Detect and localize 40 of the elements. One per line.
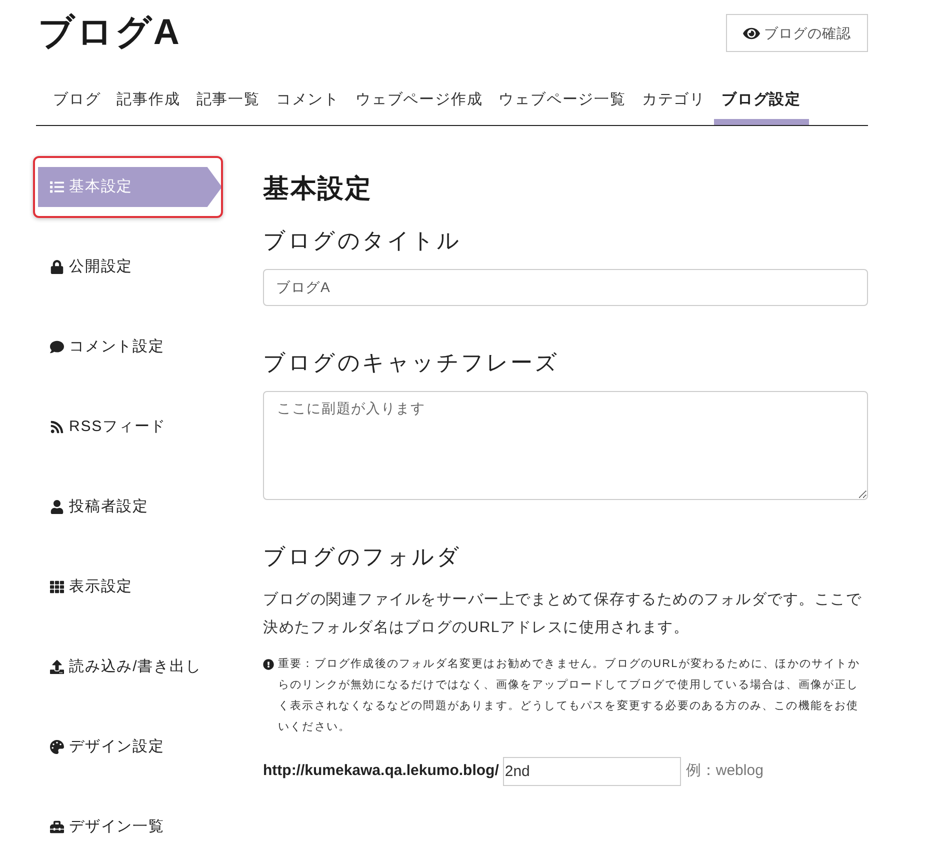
folder-input[interactable]: 2nd <box>502 757 681 786</box>
toolbox-icon <box>50 820 64 834</box>
tab[interactable]: 記事作成 <box>108 88 188 125</box>
sidebar-item[interactable]: 公開設定 <box>38 247 222 287</box>
sidebar-item[interactable]: 投稿者設定 <box>38 487 222 527</box>
lock-icon <box>50 260 64 274</box>
tab[interactable]: ウェブページ一覧 <box>490 88 634 125</box>
sidebar-item[interactable]: RSSフィード <box>38 407 222 447</box>
blog-title: ブログA <box>38 10 181 54</box>
person-icon <box>50 500 64 514</box>
view-blog-button[interactable]: ブログの確認 <box>726 14 868 52</box>
upload-icon <box>50 660 64 674</box>
tab[interactable]: ブログ設定 <box>714 88 810 125</box>
sidebar-item[interactable]: 読み込み/書き出し <box>38 647 222 687</box>
tab[interactable]: ウェブページ作成 <box>348 88 491 125</box>
example-text: 例：weblog <box>686 761 764 782</box>
notice-text: 重要：ブログ作成後のフォルダ名変更はお勧めできません。ブログのURLが変わるために、ほかのサイトからのリンクが無効になるだけではなく、画像をアップロードしてブログで使用している場合は、画像が正しく表示されなくなるなどの問題があります。どうしてもパスを変更する必要のある方のみ、この機能をお使いください。 <box>278 656 861 735</box>
exclamation-icon <box>263 659 274 670</box>
url-prefix: http://kumekawa.qa.lekumo.blog/ <box>263 761 499 782</box>
field-label: ブログのキャッチフレーズ <box>263 349 560 377</box>
sidebar-item[interactable]: デザイン一覧 <box>38 807 222 847</box>
section-heading: 基本設定 <box>263 172 374 205</box>
field-label: ブログのタイトル <box>263 227 462 255</box>
palette-icon <box>50 740 64 754</box>
sidebar-item[interactable]: コメント設定 <box>38 327 222 367</box>
grid-icon <box>50 580 64 594</box>
list-icon <box>50 180 64 194</box>
eye-icon <box>742 26 760 40</box>
tab[interactable]: コメント <box>268 88 348 125</box>
sidebar-item[interactable]: 表示設定 <box>38 567 222 607</box>
tab[interactable]: カテゴリ <box>634 88 714 125</box>
catchphrase-textarea[interactable]: ここに副題が入ります <box>263 391 868 500</box>
field-label: ブログのフォルダ <box>263 543 462 571</box>
rss-icon <box>50 420 64 434</box>
tab[interactable]: ブログ <box>45 88 109 125</box>
speech-bubble-icon <box>50 340 64 354</box>
folder-description: ブログの関連ファイルをサーバー上でまとめて保存するためのフォルダです。ここで決めたフォルダ名はブログのURLアドレスに使用されます。 <box>263 590 862 638</box>
tab[interactable]: 記事一覧 <box>188 88 268 125</box>
sidebar-item[interactable]: デザイン設定 <box>38 727 222 767</box>
title-input[interactable]: ブログA <box>263 269 868 306</box>
